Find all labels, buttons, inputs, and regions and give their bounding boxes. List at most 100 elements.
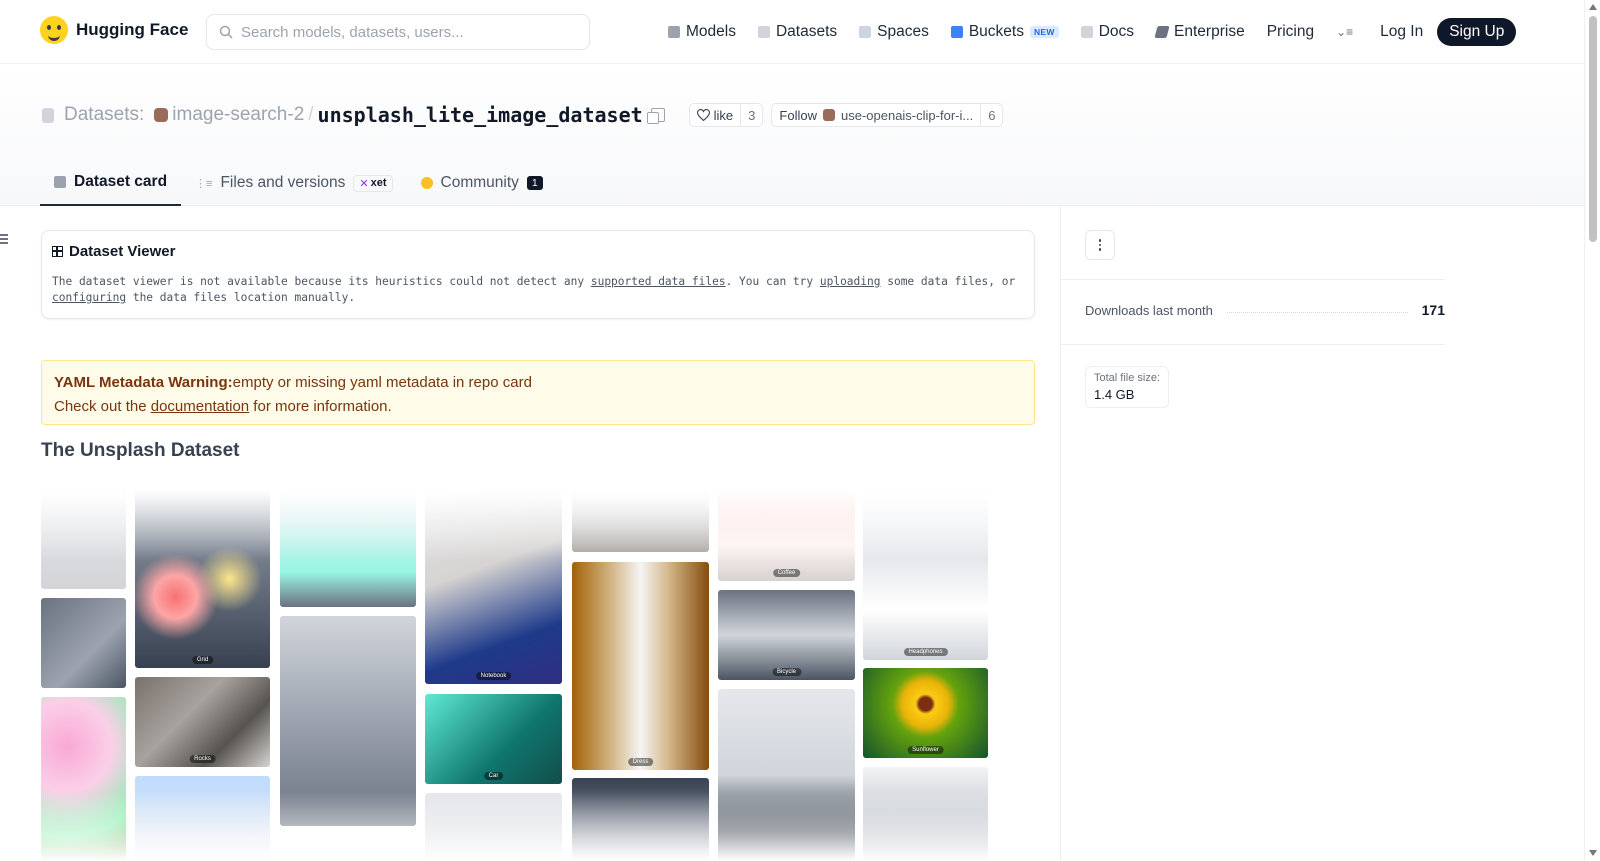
org-avatar xyxy=(154,108,169,122)
table-icon xyxy=(52,246,63,257)
mosaic-image: Car xyxy=(425,694,562,784)
unsplash-image-mosaic: Grid Rocks Notebook Car Dress Coffee Bic… xyxy=(41,490,991,861)
org-link[interactable]: image-search-2 xyxy=(172,104,304,126)
search-icon xyxy=(219,25,233,39)
mosaic-image: Sunflower xyxy=(863,668,988,758)
scrollbar-thumb[interactable] xyxy=(1589,16,1597,242)
nav-spaces[interactable]: Spaces xyxy=(859,23,929,41)
mosaic-image: Bicycle xyxy=(718,590,855,680)
file-size-label: Total file size: xyxy=(1094,372,1161,384)
dataset-card-icon xyxy=(54,176,66,188)
warning-line2-a: Check out the xyxy=(54,398,151,415)
mosaic-caption: Notebook xyxy=(475,672,512,680)
tab-files-label: Files and versions xyxy=(220,174,346,191)
datasets-icon xyxy=(757,26,770,38)
repo-tabs: Dataset card ⋮≡ Files and versions ✕ xet … xyxy=(40,160,557,206)
viewer-text-1: The dataset viewer is not available beca… xyxy=(52,275,591,288)
scroll-up-arrow-icon[interactable] xyxy=(1589,4,1597,10)
top-navbar: Hugging Face Models Datasets Spaces Buck… xyxy=(0,0,1584,64)
mosaic-caption: Car xyxy=(483,772,504,780)
path-separator: / xyxy=(308,104,314,125)
like-count[interactable]: 3 xyxy=(740,104,762,126)
nav-enterprise-label: Enterprise xyxy=(1174,23,1245,40)
files-icon: ⋮≡ xyxy=(195,177,213,190)
repo-type-label[interactable]: Datasets: xyxy=(64,104,144,126)
viewer-text-4: the data files location manually. xyxy=(126,291,356,304)
mosaic-caption: Grid xyxy=(191,656,214,664)
tab-community-label: Community xyxy=(440,174,519,191)
login-link[interactable]: Log In xyxy=(1380,23,1423,41)
nav-buckets-label: Buckets xyxy=(968,23,1024,40)
repo-title-row: Datasets: image-search-2 / unsplash_lite… xyxy=(42,102,1004,128)
divider xyxy=(1061,344,1445,345)
nav-docs-label: Docs xyxy=(1098,23,1135,40)
nav-buckets[interactable]: Buckets NEW xyxy=(950,23,1059,41)
mosaic-caption: Headphones xyxy=(903,648,948,656)
buckets-icon xyxy=(950,26,963,38)
enterprise-icon xyxy=(1154,26,1170,38)
tab-files-and-versions[interactable]: ⋮≡ Files and versions ✕ xet xyxy=(181,160,406,206)
search-box[interactable] xyxy=(206,14,590,50)
follow-button[interactable]: Follow use-openais-clip-for-i... 6 xyxy=(771,103,1004,127)
warning-message: empty or missing yaml metadata in repo c… xyxy=(232,374,532,391)
dataset-viewer-heading: Dataset Viewer xyxy=(52,243,1024,260)
downloads-label: Downloads last month xyxy=(1085,302,1213,318)
copy-icon[interactable] xyxy=(646,108,665,124)
more-menu-icon[interactable]: ⌄≡ xyxy=(1336,25,1358,39)
xet-icon: ✕ xyxy=(359,177,369,190)
nav-models[interactable]: Models xyxy=(668,23,736,41)
models-icon xyxy=(668,26,680,38)
warning-line2-b: for more information. xyxy=(249,398,392,415)
downloads-stat: Downloads last month 171 xyxy=(1085,302,1445,318)
viewer-text-3: some data files, or xyxy=(880,275,1016,288)
follow-org-name: use-openais-clip-for-i... xyxy=(840,107,974,123)
page-scrollbar[interactable] xyxy=(1584,0,1600,861)
file-size-box: Total file size: 1.4 GB xyxy=(1085,366,1170,408)
xet-badge: ✕ xet xyxy=(353,174,393,192)
warning-title: YAML Metadata Warning: xyxy=(54,374,233,391)
nav-datasets[interactable]: Datasets xyxy=(757,23,838,41)
nav-pricing[interactable]: Pricing xyxy=(1267,23,1314,41)
nav-docs[interactable]: Docs xyxy=(1080,23,1135,41)
new-badge: NEW xyxy=(1029,26,1059,38)
yaml-metadata-warning: YAML Metadata Warning:empty or missing y… xyxy=(41,360,1035,425)
right-sidebar: Downloads last month 171 Total file size… xyxy=(1060,206,1584,861)
hugging-face-logo-icon xyxy=(40,16,68,44)
docs-icon xyxy=(1080,26,1093,38)
follow-org-avatar xyxy=(822,109,835,121)
spaces-icon xyxy=(859,26,872,38)
mosaic-image: Rocks xyxy=(135,677,270,767)
dataset-viewer-message: The dataset viewer is not available beca… xyxy=(52,274,1024,306)
documentation-link[interactable]: documentation xyxy=(151,398,249,415)
nav-spaces-label: Spaces xyxy=(877,23,929,40)
tab-community[interactable]: Community 1 xyxy=(407,160,557,206)
signup-button[interactable]: Sign Up xyxy=(1437,18,1517,46)
uploading-link[interactable]: uploading xyxy=(820,275,881,288)
mosaic-caption: Bicycle xyxy=(771,668,802,676)
nav-enterprise[interactable]: Enterprise xyxy=(1154,23,1245,41)
like-button[interactable]: like 3 xyxy=(688,103,764,127)
section-heading: The Unsplash Dataset xyxy=(41,440,240,461)
nav-pricing-label: Pricing xyxy=(1266,23,1315,40)
viewer-text-2: . You can try xyxy=(725,275,820,288)
brand-name: Hugging Face xyxy=(76,20,189,39)
supported-data-files-link[interactable]: supported data files xyxy=(591,275,726,288)
nav-models-label: Models xyxy=(686,23,736,40)
search-input[interactable] xyxy=(241,23,571,41)
dataset-icon xyxy=(42,107,54,123)
mosaic-caption: Rocks xyxy=(189,755,216,763)
follow-label: Follow xyxy=(779,107,817,123)
mosaic-caption: Dress xyxy=(627,758,654,766)
repo-name-link[interactable]: unsplash_lite_image_dataset xyxy=(318,103,643,127)
nav-datasets-label: Datasets xyxy=(775,23,838,40)
brand-link[interactable]: Hugging Face xyxy=(40,16,188,44)
mosaic-top-fade xyxy=(41,490,991,560)
toc-toggle-icon[interactable] xyxy=(0,234,10,244)
xet-label: xet xyxy=(370,177,387,189)
configuring-link[interactable]: configuring xyxy=(52,291,126,304)
more-options-icon[interactable] xyxy=(1085,230,1115,260)
scroll-down-arrow-icon[interactable] xyxy=(1589,850,1597,856)
tab-dataset-card[interactable]: Dataset card xyxy=(40,160,182,206)
downloads-sparkline xyxy=(1226,311,1408,313)
tab-dataset-card-label: Dataset card xyxy=(74,173,168,190)
